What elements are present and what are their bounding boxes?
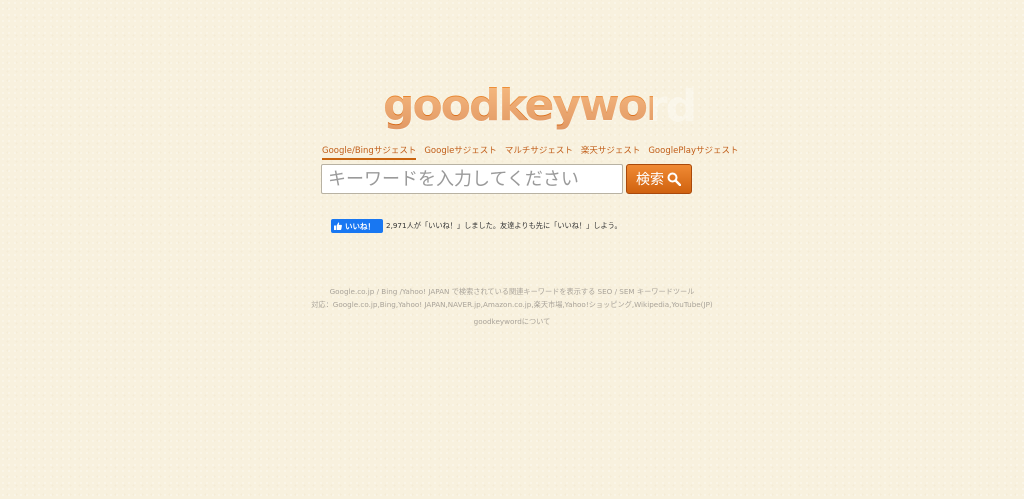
facebook-like-label: いいね！ xyxy=(345,221,375,231)
footer-supported-sites: 対応：Google.co.jp,Bing,Yahoo! JAPAN,NAVER.… xyxy=(311,300,713,309)
keyword-search-input[interactable] xyxy=(321,164,623,194)
tab-google-suggest[interactable]: Googleサジェスト xyxy=(424,145,496,157)
facebook-like-button[interactable]: いいね！ xyxy=(331,219,383,233)
about-link[interactable]: goodkeywordについて xyxy=(0,317,1024,327)
thumbs-up-icon xyxy=(334,222,342,230)
search-button-label: 検索 xyxy=(636,172,664,188)
tab-google-bing-suggest[interactable]: Google/Bingサジェスト xyxy=(322,145,417,160)
tab-rakuten-suggest[interactable]: 楽天サジェスト xyxy=(581,145,641,157)
magnifier-icon xyxy=(667,172,681,186)
site-logo[interactable]: goodkeyword xyxy=(383,78,697,134)
suggest-tabs: Google/Bingサジェスト Googleサジェスト マルチサジェスト 楽天… xyxy=(322,145,739,160)
footer-description: Google.co.jp / Bing /Yahoo! JAPAN で検索されて… xyxy=(329,287,695,296)
tab-multi-suggest[interactable]: マルチサジェスト xyxy=(505,145,573,157)
tab-googleplay-suggest[interactable]: GooglePlayサジェスト xyxy=(648,145,738,157)
search-button[interactable]: 検索 xyxy=(626,164,692,194)
facebook-like-widget: いいね！ 2,971人が「いいね！」しました。友達よりも先に「いいね！」しよう。 xyxy=(331,219,622,233)
facebook-social-text: 2,971人が「いいね！」しました。友達よりも先に「いいね！」しよう。 xyxy=(386,221,622,230)
